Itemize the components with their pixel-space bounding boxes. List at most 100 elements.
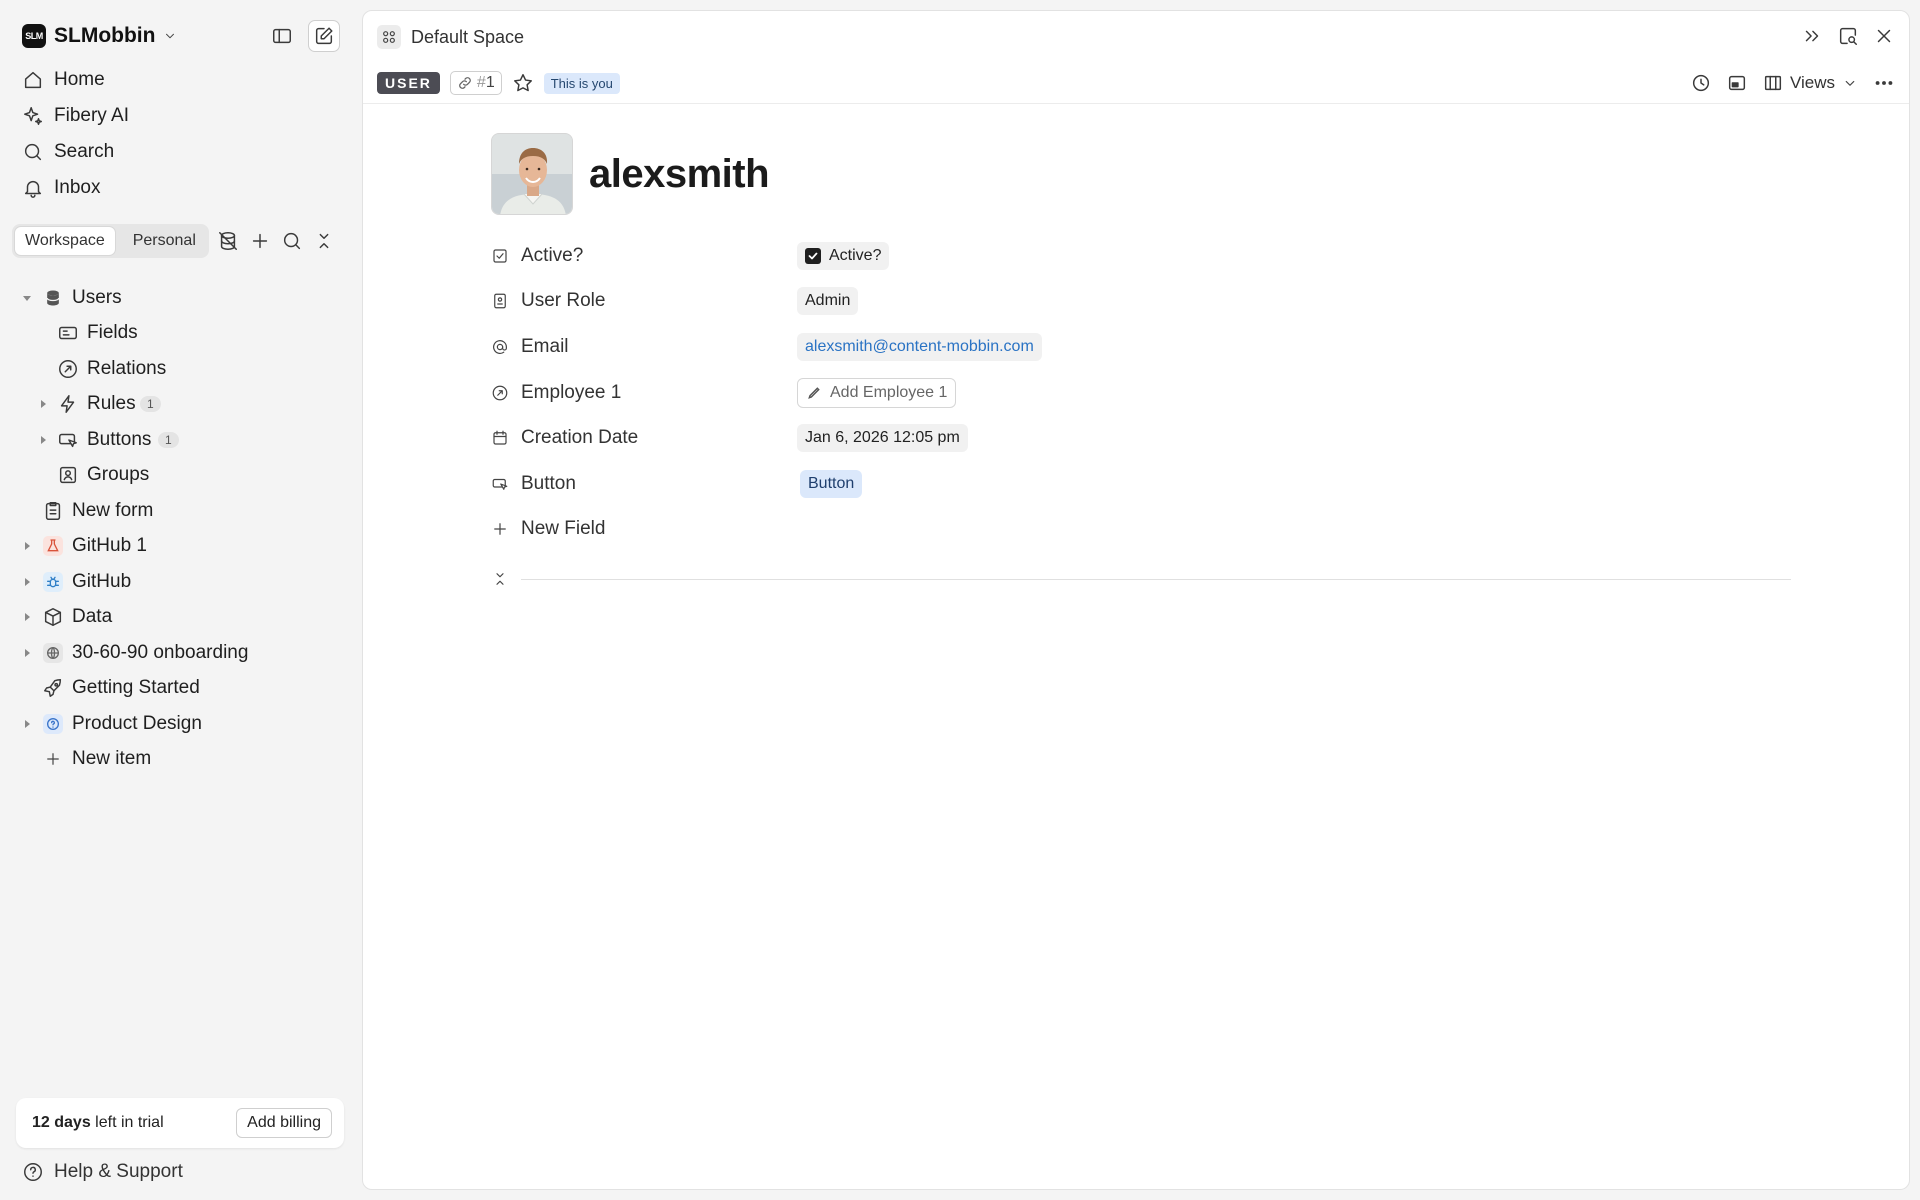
nav-search[interactable]: Search — [12, 134, 342, 170]
plus-icon — [494, 523, 506, 536]
active-checkbox-chip[interactable]: Active? — [797, 241, 890, 270]
rocket-icon — [42, 677, 64, 699]
database-off-icon[interactable] — [217, 230, 239, 252]
field-row-email: Email alexsmith@content-mobbin.com — [491, 324, 1791, 370]
user-role-chip[interactable]: Admin — [797, 287, 859, 316]
views-dropdown[interactable]: Views — [1762, 72, 1859, 94]
tree-item-product-design[interactable]: Product Design — [12, 706, 352, 742]
caret-right-icon[interactable] — [20, 717, 34, 731]
field-label-user-role[interactable]: User Role — [491, 290, 605, 312]
tree-item-github[interactable]: GitHub — [12, 564, 352, 600]
field-label-email-text: Email — [521, 335, 569, 357]
tab-workspace[interactable]: Workspace — [15, 227, 115, 255]
field-value-employee: Add Employee 1 — [797, 377, 957, 408]
breadcrumb[interactable]: Default Space — [377, 25, 524, 49]
main-nav: Home Fibery AI Search Inbox — [12, 62, 342, 206]
space-tree: Users Fields Relations Rules 1 Buttons 1… — [12, 280, 352, 777]
caret-right-icon[interactable] — [20, 610, 34, 624]
nav-home-label: Home — [54, 69, 105, 90]
action-button[interactable]: Button — [800, 469, 863, 498]
plus-icon[interactable] — [249, 230, 271, 252]
entity-type-badge[interactable]: USER — [377, 72, 440, 94]
toggle-sidebar-button[interactable] — [266, 20, 298, 52]
field-label-button[interactable]: Button — [491, 473, 576, 495]
caret-down-icon[interactable] — [20, 291, 34, 305]
layout-icon[interactable] — [1726, 72, 1748, 94]
pencil-icon — [808, 386, 820, 399]
tree-item-new-item[interactable]: New item — [12, 742, 352, 778]
field-label-user-role-text: User Role — [521, 290, 606, 312]
tree-label-github-1: GitHub 1 — [72, 535, 147, 557]
nav-inbox-label: Inbox — [54, 177, 101, 198]
history-icon[interactable] — [1690, 72, 1712, 94]
entity-id-badge[interactable]: #1 — [449, 71, 502, 95]
tree-label-buttons: Buttons — [87, 428, 152, 450]
tree-label-onboarding: 30-60-90 onboarding — [72, 641, 249, 663]
field-label-active[interactable]: Active? — [491, 245, 583, 267]
field-label-employee[interactable]: Employee 1 — [491, 382, 621, 404]
tree-item-onboarding[interactable]: 30-60-90 onboarding — [12, 635, 352, 671]
search-icon — [24, 143, 42, 161]
page-title[interactable]: alexsmith — [589, 152, 770, 197]
close-icon[interactable] — [1873, 25, 1895, 47]
chevrons-right-icon[interactable] — [1801, 25, 1823, 47]
tree-item-fields[interactable]: Fields — [12, 316, 352, 352]
field-row-creation-date: Creation Date Jan 6, 2026 12:05 pm — [491, 415, 1791, 461]
caret-right-icon[interactable] — [36, 397, 50, 411]
tree-item-buttons[interactable]: Buttons 1 — [12, 422, 352, 458]
caret-right-icon[interactable] — [20, 539, 34, 553]
tree-item-relations[interactable]: Relations — [12, 351, 352, 387]
nav-inbox[interactable]: Inbox — [12, 170, 342, 206]
tree-label-product-design: Product Design — [72, 712, 202, 734]
tab-personal[interactable]: Personal — [123, 227, 206, 255]
expand-panel-icon[interactable] — [1837, 25, 1859, 47]
star-icon[interactable] — [512, 72, 534, 94]
collapse-icon[interactable] — [491, 570, 509, 588]
trial-text: 12 days left in trial — [32, 1114, 164, 1132]
nav-fibery-ai[interactable]: Fibery AI — [12, 98, 342, 134]
field-label-creation-date[interactable]: Creation Date — [491, 427, 638, 449]
tree-item-groups[interactable]: Groups — [12, 458, 352, 494]
active-checkbox[interactable] — [805, 247, 821, 264]
views-label: Views — [1789, 73, 1835, 92]
new-field-button[interactable]: New Field — [491, 518, 605, 540]
search-icon[interactable] — [281, 230, 303, 252]
caret-right-icon[interactable] — [20, 646, 34, 660]
tree-label-relations: Relations — [87, 357, 167, 379]
email-link[interactable]: alexsmith@content-mobbin.com — [797, 332, 1042, 361]
help-label: Help & Support — [54, 1161, 183, 1182]
space-switcher-row: Workspace Personal — [12, 224, 352, 258]
new-field-label: New Field — [521, 518, 606, 540]
more-icon[interactable] — [1873, 72, 1895, 94]
avatar[interactable] — [491, 133, 573, 215]
add-billing-button[interactable]: Add billing — [236, 1108, 332, 1138]
creation-date-value: Jan 6, 2026 12:05 pm — [797, 424, 968, 453]
tree-item-new-form[interactable]: New form — [12, 493, 352, 529]
tree-item-data[interactable]: Data — [12, 600, 352, 636]
form-icon — [42, 500, 64, 522]
field-value-email: alexsmith@content-mobbin.com — [797, 332, 1042, 361]
chevron-down-icon — [166, 33, 175, 39]
tree-label-fields: Fields — [87, 322, 138, 344]
breadcrumb-space: Default Space — [411, 26, 525, 47]
tree-item-rules[interactable]: Rules 1 — [12, 387, 352, 423]
field-label-email[interactable]: Email — [491, 336, 569, 358]
new-entity-button[interactable] — [308, 20, 340, 52]
tree-item-users[interactable]: Users — [12, 280, 352, 316]
workspace-switcher[interactable]: SLM SLMobbin — [22, 22, 177, 50]
columns-icon — [1764, 75, 1782, 91]
globe-icon — [42, 642, 64, 664]
new-field-row[interactable]: New Field — [491, 507, 1791, 553]
caret-right-icon[interactable] — [36, 433, 50, 447]
add-employee-button[interactable]: Add Employee 1 — [797, 377, 957, 408]
field-label-employee-text: Employee 1 — [521, 381, 622, 403]
caret-right-icon[interactable] — [20, 575, 34, 589]
tree-label-getting-started: Getting Started — [72, 677, 200, 699]
help-support-link[interactable]: Help & Support — [22, 1160, 183, 1184]
collapse-all-icon[interactable] — [313, 230, 335, 252]
home-icon — [24, 71, 42, 89]
button-cursor-icon — [492, 478, 508, 490]
tree-item-github-1[interactable]: GitHub 1 — [12, 529, 352, 565]
nav-home[interactable]: Home — [12, 62, 342, 98]
tree-item-getting-started[interactable]: Getting Started — [12, 671, 352, 707]
